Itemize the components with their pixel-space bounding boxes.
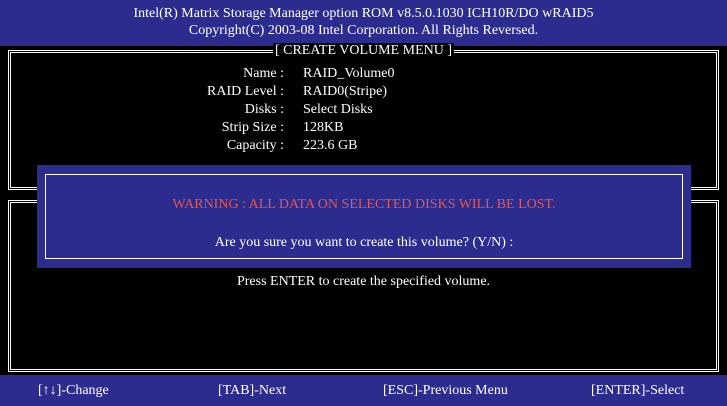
field-strip-size-value[interactable]: 128KB [303, 119, 343, 137]
field-disks-value[interactable]: Select Disks [303, 101, 373, 119]
confirm-dialog[interactable]: WARNING : ALL DATA ON SELECTED DISKS WIL… [37, 165, 691, 268]
field-strip-size-label: Strip Size : [221, 120, 284, 135]
field-name-value[interactable]: RAID_Volume0 [303, 65, 395, 83]
key-next: [TAB]-Next [218, 383, 287, 398]
header-title: Intel(R) Matrix Storage Manager option R… [133, 6, 594, 21]
field-raid-level-label: RAID Level : [207, 84, 284, 99]
warning-message: WARNING : ALL DATA ON SELECTED DISKS WIL… [172, 197, 556, 212]
field-raid-level[interactable]: RAID Level : RAID0(Stripe) [11, 83, 722, 101]
field-disks-label: Disks : [244, 102, 284, 117]
field-capacity-label: Capacity : [226, 138, 284, 153]
confirm-prompt[interactable]: Are you sure you want to create this vol… [46, 234, 682, 252]
key-help-bar: [↑↓]-Change [TAB]-Next [ESC]-Previous Me… [0, 375, 727, 406]
field-name-label: Name : [243, 66, 284, 81]
field-capacity-value[interactable]: 223.6 GB [303, 137, 357, 155]
field-capacity[interactable]: Capacity : 223.6 GB [11, 137, 722, 155]
field-raid-level-value[interactable]: RAID0(Stripe) [303, 83, 387, 101]
confirm-dialog-frame: WARNING : ALL DATA ON SELECTED DISKS WIL… [45, 174, 683, 259]
rom-header: Intel(R) Matrix Storage Manager option R… [0, 0, 727, 46]
field-strip-size[interactable]: Strip Size : 128KB [11, 119, 722, 137]
key-previous-menu: [ESC]-Previous Menu [383, 383, 508, 398]
key-select: [ENTER]-Select [591, 383, 685, 398]
key-change: [↑↓]-Change [38, 383, 109, 398]
menu-title: [ CREATE VOLUME MENU ] [272, 43, 455, 58]
help-text: Press ENTER to create the specified volu… [236, 274, 491, 289]
field-disks[interactable]: Disks : Select Disks [11, 101, 722, 119]
field-name[interactable]: Name : RAID_Volume0 [11, 65, 722, 83]
header-copyright: Copyright(C) 2003-08 Intel Corporation. … [188, 23, 539, 38]
